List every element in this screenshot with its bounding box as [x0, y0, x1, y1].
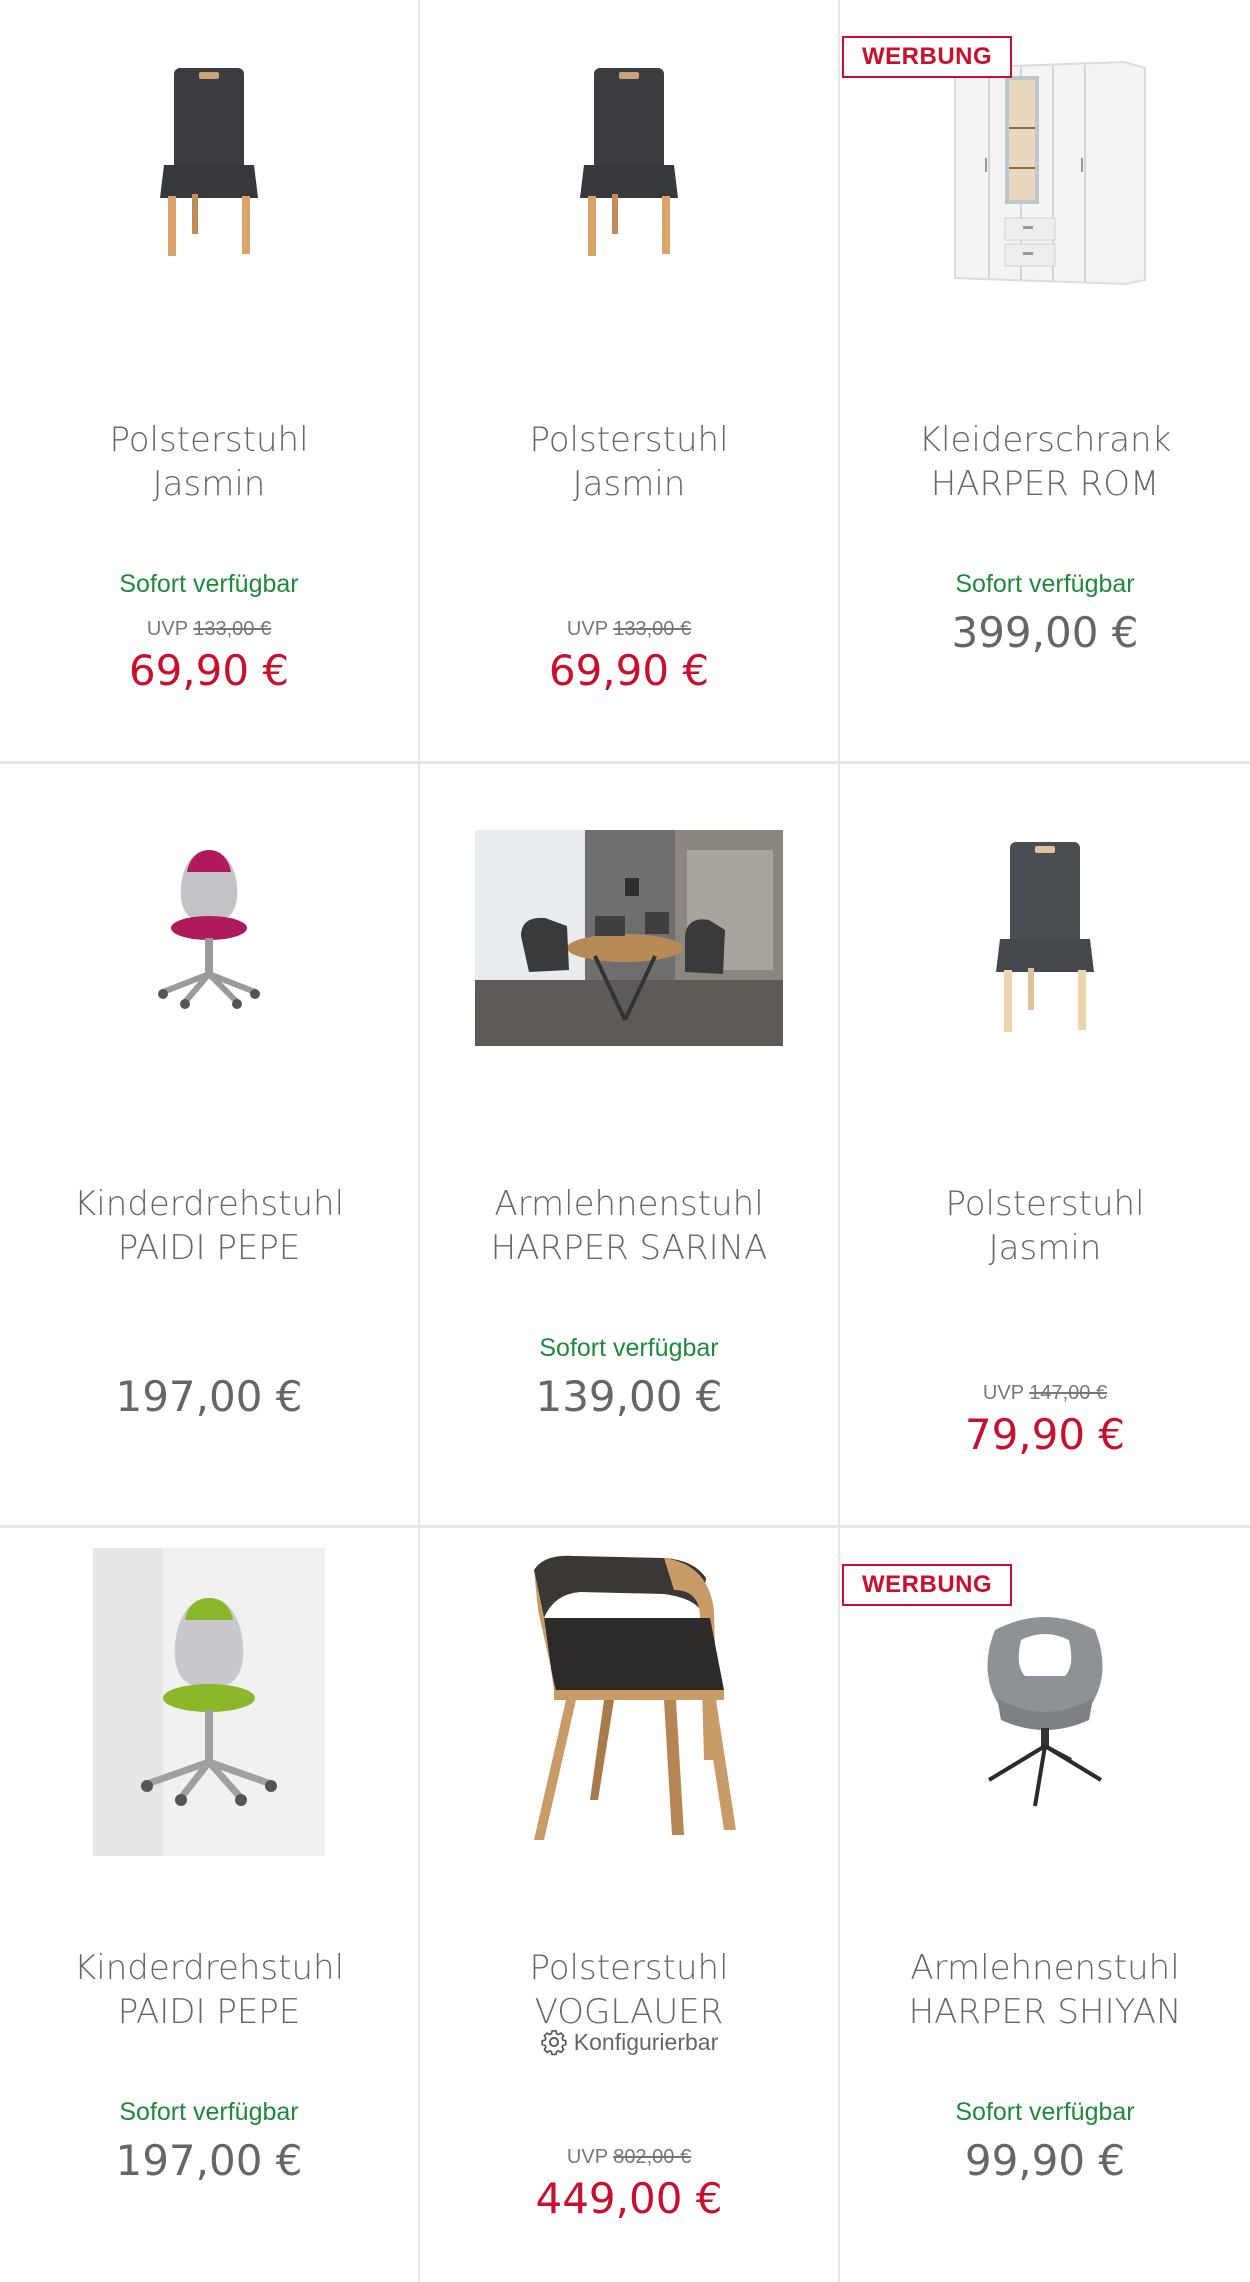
- product-price: 449,00 €: [535, 2174, 723, 2223]
- availability-status: Sofort verfügbar: [539, 1334, 719, 1362]
- product-title[interactable]: Kinderdrehstuhl PAIDI PEPE: [0, 1946, 418, 2034]
- availability-status: Sofort verfügbar: [955, 2098, 1135, 2126]
- product-price: 69,90 €: [548, 646, 710, 695]
- product-image[interactable]: [0, 1528, 418, 1918]
- availability-status: Sofort verfügbar: [955, 570, 1135, 598]
- product-card[interactable]: Polsterstuhl VOGLAUER Konfigurierbar UVP…: [420, 1528, 838, 2282]
- product-price: 99,90 €: [964, 2136, 1126, 2185]
- product-title[interactable]: Armlehnenstuhl HARPER SHIYAN: [840, 1946, 1250, 2034]
- product-title[interactable]: Polsterstuhl Jasmin: [0, 418, 418, 506]
- ad-badge: WERBUNG: [842, 1564, 1013, 1606]
- configurable-label: Konfigurierbar: [573, 2028, 719, 2055]
- product-card[interactable]: Armlehnenstuhl HARPER SARINA Sofort verf…: [420, 764, 838, 1525]
- product-image[interactable]: [420, 764, 838, 1154]
- product-card[interactable]: Kinderdrehstuhl PAIDI PEPE Sofort verfüg…: [0, 1528, 418, 2282]
- product-title[interactable]: Kinderdrehstuhl PAIDI PEPE: [0, 1182, 418, 1270]
- product-card[interactable]: Polsterstuhl Jasmin UVP 133,00 € 69,90 €: [420, 0, 838, 761]
- product-card[interactable]: Kinderdrehstuhl PAIDI PEPE 197,00 €: [0, 764, 418, 1525]
- product-title[interactable]: Polsterstuhl Jasmin: [840, 1182, 1250, 1270]
- uvp-price: UVP 133,00 €: [146, 618, 272, 640]
- product-card[interactable]: WERBUNG Kleiderschrank HARPER ROM Sofort…: [840, 0, 1250, 761]
- product-grid: Polsterstuhl Jasmin Sofort verfügbar UVP…: [0, 0, 1250, 2282]
- product-image[interactable]: [0, 764, 418, 1154]
- availability-status: Sofort verfügbar: [119, 2098, 299, 2126]
- uvp-price: UVP 147,00 €: [982, 1382, 1108, 1404]
- product-title[interactable]: Kleiderschrank HARPER ROM: [840, 418, 1250, 506]
- configurable-indicator[interactable]: Konfigurierbar: [420, 2028, 838, 2056]
- product-price: 197,00 €: [115, 2136, 303, 2185]
- product-card[interactable]: Polsterstuhl Jasmin Sofort verfügbar UVP…: [0, 0, 418, 761]
- product-price: 197,00 €: [115, 1372, 303, 1421]
- uvp-price: UVP 802,00 €: [566, 2146, 692, 2168]
- product-title[interactable]: Polsterstuhl VOGLAUER: [420, 1946, 838, 2034]
- product-title[interactable]: Armlehnenstuhl HARPER SARINA: [420, 1182, 838, 1270]
- gear-icon: [541, 2030, 567, 2056]
- product-card[interactable]: WERBUNG Armlehnenstuhl HARPER SHIYAN Sof…: [840, 1528, 1250, 2282]
- product-image[interactable]: [0, 0, 418, 390]
- product-card[interactable]: Polsterstuhl Jasmin UVP 147,00 € 79,90 €: [840, 764, 1250, 1525]
- product-image[interactable]: [840, 764, 1250, 1154]
- product-price: 69,90 €: [128, 646, 290, 695]
- product-image[interactable]: [420, 0, 838, 390]
- product-price: 79,90 €: [964, 1410, 1126, 1459]
- ad-badge: WERBUNG: [842, 36, 1013, 78]
- availability-status: Sofort verfügbar: [119, 570, 299, 598]
- product-price: 139,00 €: [535, 1372, 723, 1421]
- product-price: 399,00 €: [951, 608, 1139, 657]
- product-image[interactable]: [420, 1528, 838, 1918]
- product-title[interactable]: Polsterstuhl Jasmin: [420, 418, 838, 506]
- uvp-price: UVP 133,00 €: [566, 618, 692, 640]
